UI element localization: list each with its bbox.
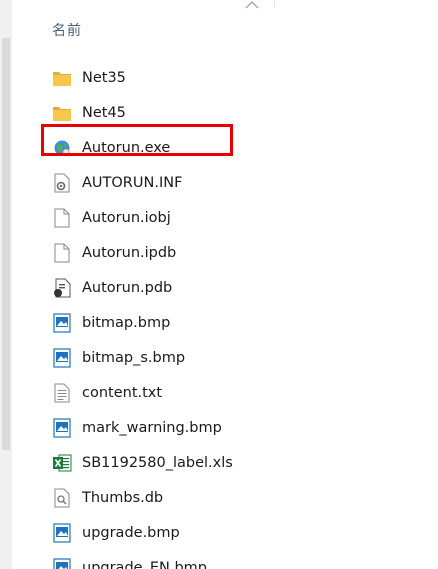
inf-settings-icon <box>52 172 72 194</box>
list-item[interactable]: AUTORUN.INF <box>52 165 432 200</box>
file-name: mark_warning.bmp <box>82 419 222 436</box>
scrollbar-thumb[interactable] <box>2 38 10 450</box>
file-name: Autorun.iobj <box>82 209 171 226</box>
name-column-header[interactable]: 名前 <box>52 20 82 40</box>
list-item[interactable]: bitmap.bmp <box>52 305 432 340</box>
pdb-document-icon <box>52 277 72 299</box>
column-header: 名前 <box>12 0 438 64</box>
list-item[interactable]: upgrade.bmp <box>52 515 432 550</box>
sort-ascending-icon <box>245 1 259 9</box>
list-item[interactable]: Autorun.pdb <box>52 270 432 305</box>
file-name: upgrade.bmp <box>82 524 180 541</box>
bitmap-icon <box>52 557 72 569</box>
list-item[interactable]: mark_warning.bmp <box>52 410 432 445</box>
bitmap-icon <box>52 417 72 439</box>
folder-icon <box>52 67 72 89</box>
bitmap-icon <box>52 312 72 334</box>
blank-document-icon <box>52 242 72 264</box>
file-name: Thumbs.db <box>82 489 164 506</box>
list-item[interactable]: Thumbs.db <box>52 480 432 515</box>
list-item[interactable]: bitmap_s.bmp <box>52 340 432 375</box>
file-name: SB1192580_label.xls <box>82 454 233 471</box>
bitmap-icon <box>52 347 72 369</box>
list-item[interactable]: SB1192580_label.xls <box>52 445 432 480</box>
file-name: bitmap.bmp <box>82 314 171 331</box>
text-document-icon <box>52 382 72 404</box>
list-item[interactable]: Net45 <box>52 95 432 130</box>
file-name: upgrade_EN.bmp <box>82 559 207 569</box>
file-name: content.txt <box>82 384 163 401</box>
navigation-pane-edge <box>0 0 12 569</box>
list-item[interactable]: Autorun.iobj <box>52 200 432 235</box>
column-separator[interactable] <box>274 0 275 8</box>
file-name: bitmap_s.bmp <box>82 349 186 366</box>
file-explorer-pane: 名前 Net35 Net45 Autorun.exe AUTORUN.INF A… <box>0 0 438 569</box>
list-item[interactable]: upgrade_EN.bmp <box>52 550 432 569</box>
bitmap-icon <box>52 522 72 544</box>
file-name: AUTORUN.INF <box>82 174 183 191</box>
file-name: Net45 <box>82 104 126 121</box>
file-name: Net35 <box>82 69 126 86</box>
excel-icon <box>52 452 72 474</box>
file-list: Net35 Net45 Autorun.exe AUTORUN.INF Auto… <box>52 60 432 569</box>
file-name: Autorun.ipdb <box>82 244 177 261</box>
folder-icon <box>52 102 72 124</box>
list-item[interactable]: Autorun.ipdb <box>52 235 432 270</box>
list-item[interactable]: Autorun.exe <box>52 130 432 165</box>
list-item[interactable]: content.txt <box>52 375 432 410</box>
blank-document-icon <box>52 207 72 229</box>
file-name: Autorun.exe <box>82 139 171 156</box>
list-item[interactable]: Net35 <box>52 60 432 95</box>
thumbs-db-icon <box>52 487 72 509</box>
exe-globe-icon <box>52 137 72 159</box>
file-name: Autorun.pdb <box>82 279 173 296</box>
